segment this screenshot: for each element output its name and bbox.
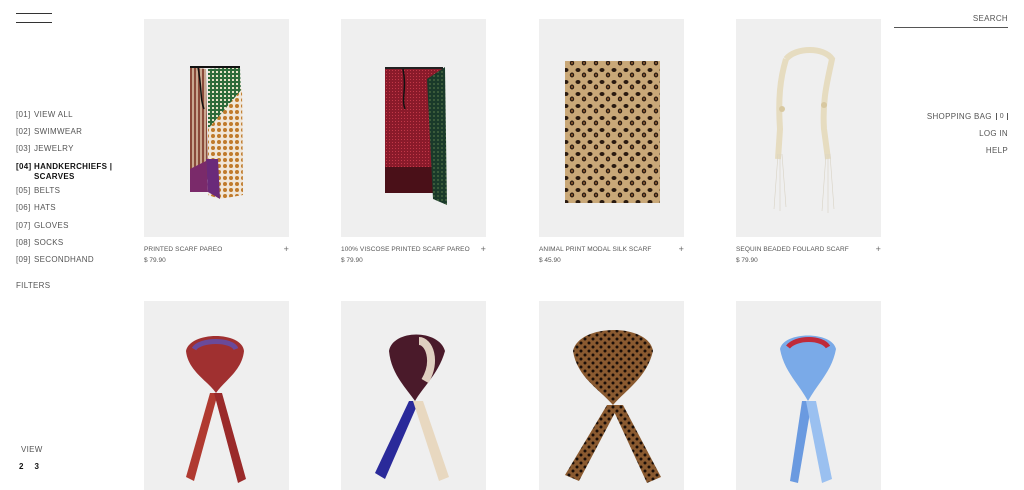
product-card: ANIMAL PRINT MODAL SILK SCARF + $ 45.90 xyxy=(539,19,684,264)
category-label: SOCKS xyxy=(34,237,64,247)
view-options: 2 3 xyxy=(19,462,39,471)
bag-count-badge: 0 xyxy=(995,113,1008,120)
product-price: $ 79.90 xyxy=(144,257,166,264)
shopping-bag-link[interactable]: SHOPPING BAG 0 xyxy=(927,112,1008,129)
product-name[interactable]: PRINTED SCARF PAREO xyxy=(144,246,222,253)
filters-button[interactable]: FILTERS xyxy=(16,281,50,290)
add-to-bag-icon[interactable]: + xyxy=(876,245,881,254)
product-price: $ 79.90 xyxy=(341,257,363,264)
product-image[interactable] xyxy=(144,19,289,237)
category-index: [05] xyxy=(16,186,31,196)
category-index: [02] xyxy=(16,127,31,137)
product-image[interactable] xyxy=(539,301,684,490)
product-price: $ 45.90 xyxy=(539,257,561,264)
login-link[interactable]: LOG IN xyxy=(927,129,1008,146)
category-item-socks[interactable]: [08] SOCKS xyxy=(16,238,126,255)
view-option-3[interactable]: 3 xyxy=(34,462,38,471)
product-card: PRINTED SCARF PAREO + $ 79.90 xyxy=(144,19,289,264)
category-item-belts[interactable]: [05] BELTS xyxy=(16,186,126,203)
product-card: 100% VISCOSE PRINTED SCARF PAREO + $ 79.… xyxy=(341,19,486,264)
category-label: VIEW ALL xyxy=(34,110,73,119)
product-info: 100% VISCOSE PRINTED SCARF PAREO + xyxy=(341,245,486,254)
product-info: PRINTED SCARF PAREO + xyxy=(144,245,289,254)
category-label: SECONDHAND xyxy=(34,254,94,264)
menu-icon[interactable] xyxy=(16,13,52,25)
category-index: [01] xyxy=(16,110,31,119)
product-name[interactable]: ANIMAL PRINT MODAL SILK SCARF xyxy=(539,246,651,253)
product-info: ANIMAL PRINT MODAL SILK SCARF + xyxy=(539,245,684,254)
category-item-gloves[interactable]: [07] GLOVES xyxy=(16,221,126,238)
product-image[interactable] xyxy=(144,301,289,490)
add-to-bag-icon[interactable]: + xyxy=(284,245,289,254)
category-item-hats[interactable]: [06] HATS xyxy=(16,203,126,220)
menu-bar-top xyxy=(16,13,52,14)
shopping-bag-label: SHOPPING BAG xyxy=(926,112,992,121)
category-index: [07] xyxy=(16,220,31,230)
add-to-bag-icon[interactable]: + xyxy=(481,245,486,254)
category-nav: [01] VIEW ALL [02] SWIMWEAR [03] JEWELRY… xyxy=(16,110,126,272)
search-input[interactable]: SEARCH xyxy=(894,14,1008,28)
category-item-swimwear[interactable]: [02] SWIMWEAR xyxy=(16,127,126,144)
product-image[interactable] xyxy=(736,301,881,490)
product-card xyxy=(736,301,881,490)
product-image[interactable] xyxy=(341,301,486,490)
product-name[interactable]: SEQUIN BEADED FOULARD SCARF xyxy=(736,246,849,253)
product-price: $ 79.90 xyxy=(736,257,758,264)
product-card xyxy=(539,301,684,490)
menu-bar-bottom xyxy=(16,22,52,23)
product-card xyxy=(144,301,289,490)
product-image[interactable] xyxy=(341,19,486,237)
product-info: SEQUIN BEADED FOULARD SCARF + xyxy=(736,245,881,254)
view-label: VIEW xyxy=(21,445,43,454)
category-label: HATS xyxy=(34,203,56,213)
add-to-bag-icon[interactable]: + xyxy=(679,245,684,254)
help-link[interactable]: HELP xyxy=(927,146,1008,163)
product-image[interactable] xyxy=(539,19,684,237)
category-label: SWIMWEAR xyxy=(34,127,83,137)
category-label: JEWELRY xyxy=(34,144,74,154)
account-nav: SHOPPING BAG 0 LOG IN HELP xyxy=(927,112,1008,163)
product-image[interactable] xyxy=(736,19,881,237)
category-index: [03] xyxy=(16,144,31,154)
category-label: BELTS xyxy=(34,186,61,196)
category-index: [06] xyxy=(16,203,31,213)
category-label: GLOVES xyxy=(34,220,69,230)
category-label: HANDKERCHIEFS | SCARVES xyxy=(34,161,113,181)
category-index: [04] xyxy=(16,161,32,171)
category-index: [09] xyxy=(16,254,31,264)
product-card: SEQUIN BEADED FOULARD SCARF + $ 79.90 xyxy=(736,19,881,264)
category-item-view-all[interactable]: [01] VIEW ALL xyxy=(16,110,126,127)
category-index: [08] xyxy=(16,237,31,247)
view-option-2[interactable]: 2 xyxy=(19,462,23,471)
product-card xyxy=(341,301,486,490)
category-item-jewelry[interactable]: [03] JEWELRY xyxy=(16,144,126,161)
category-item-handkerchiefs-scarves[interactable]: [04] HANDKERCHIEFS | SCARVES xyxy=(16,162,126,187)
category-item-secondhand[interactable]: [09] SECONDHAND xyxy=(16,255,126,272)
product-name[interactable]: 100% VISCOSE PRINTED SCARF PAREO xyxy=(341,246,470,253)
